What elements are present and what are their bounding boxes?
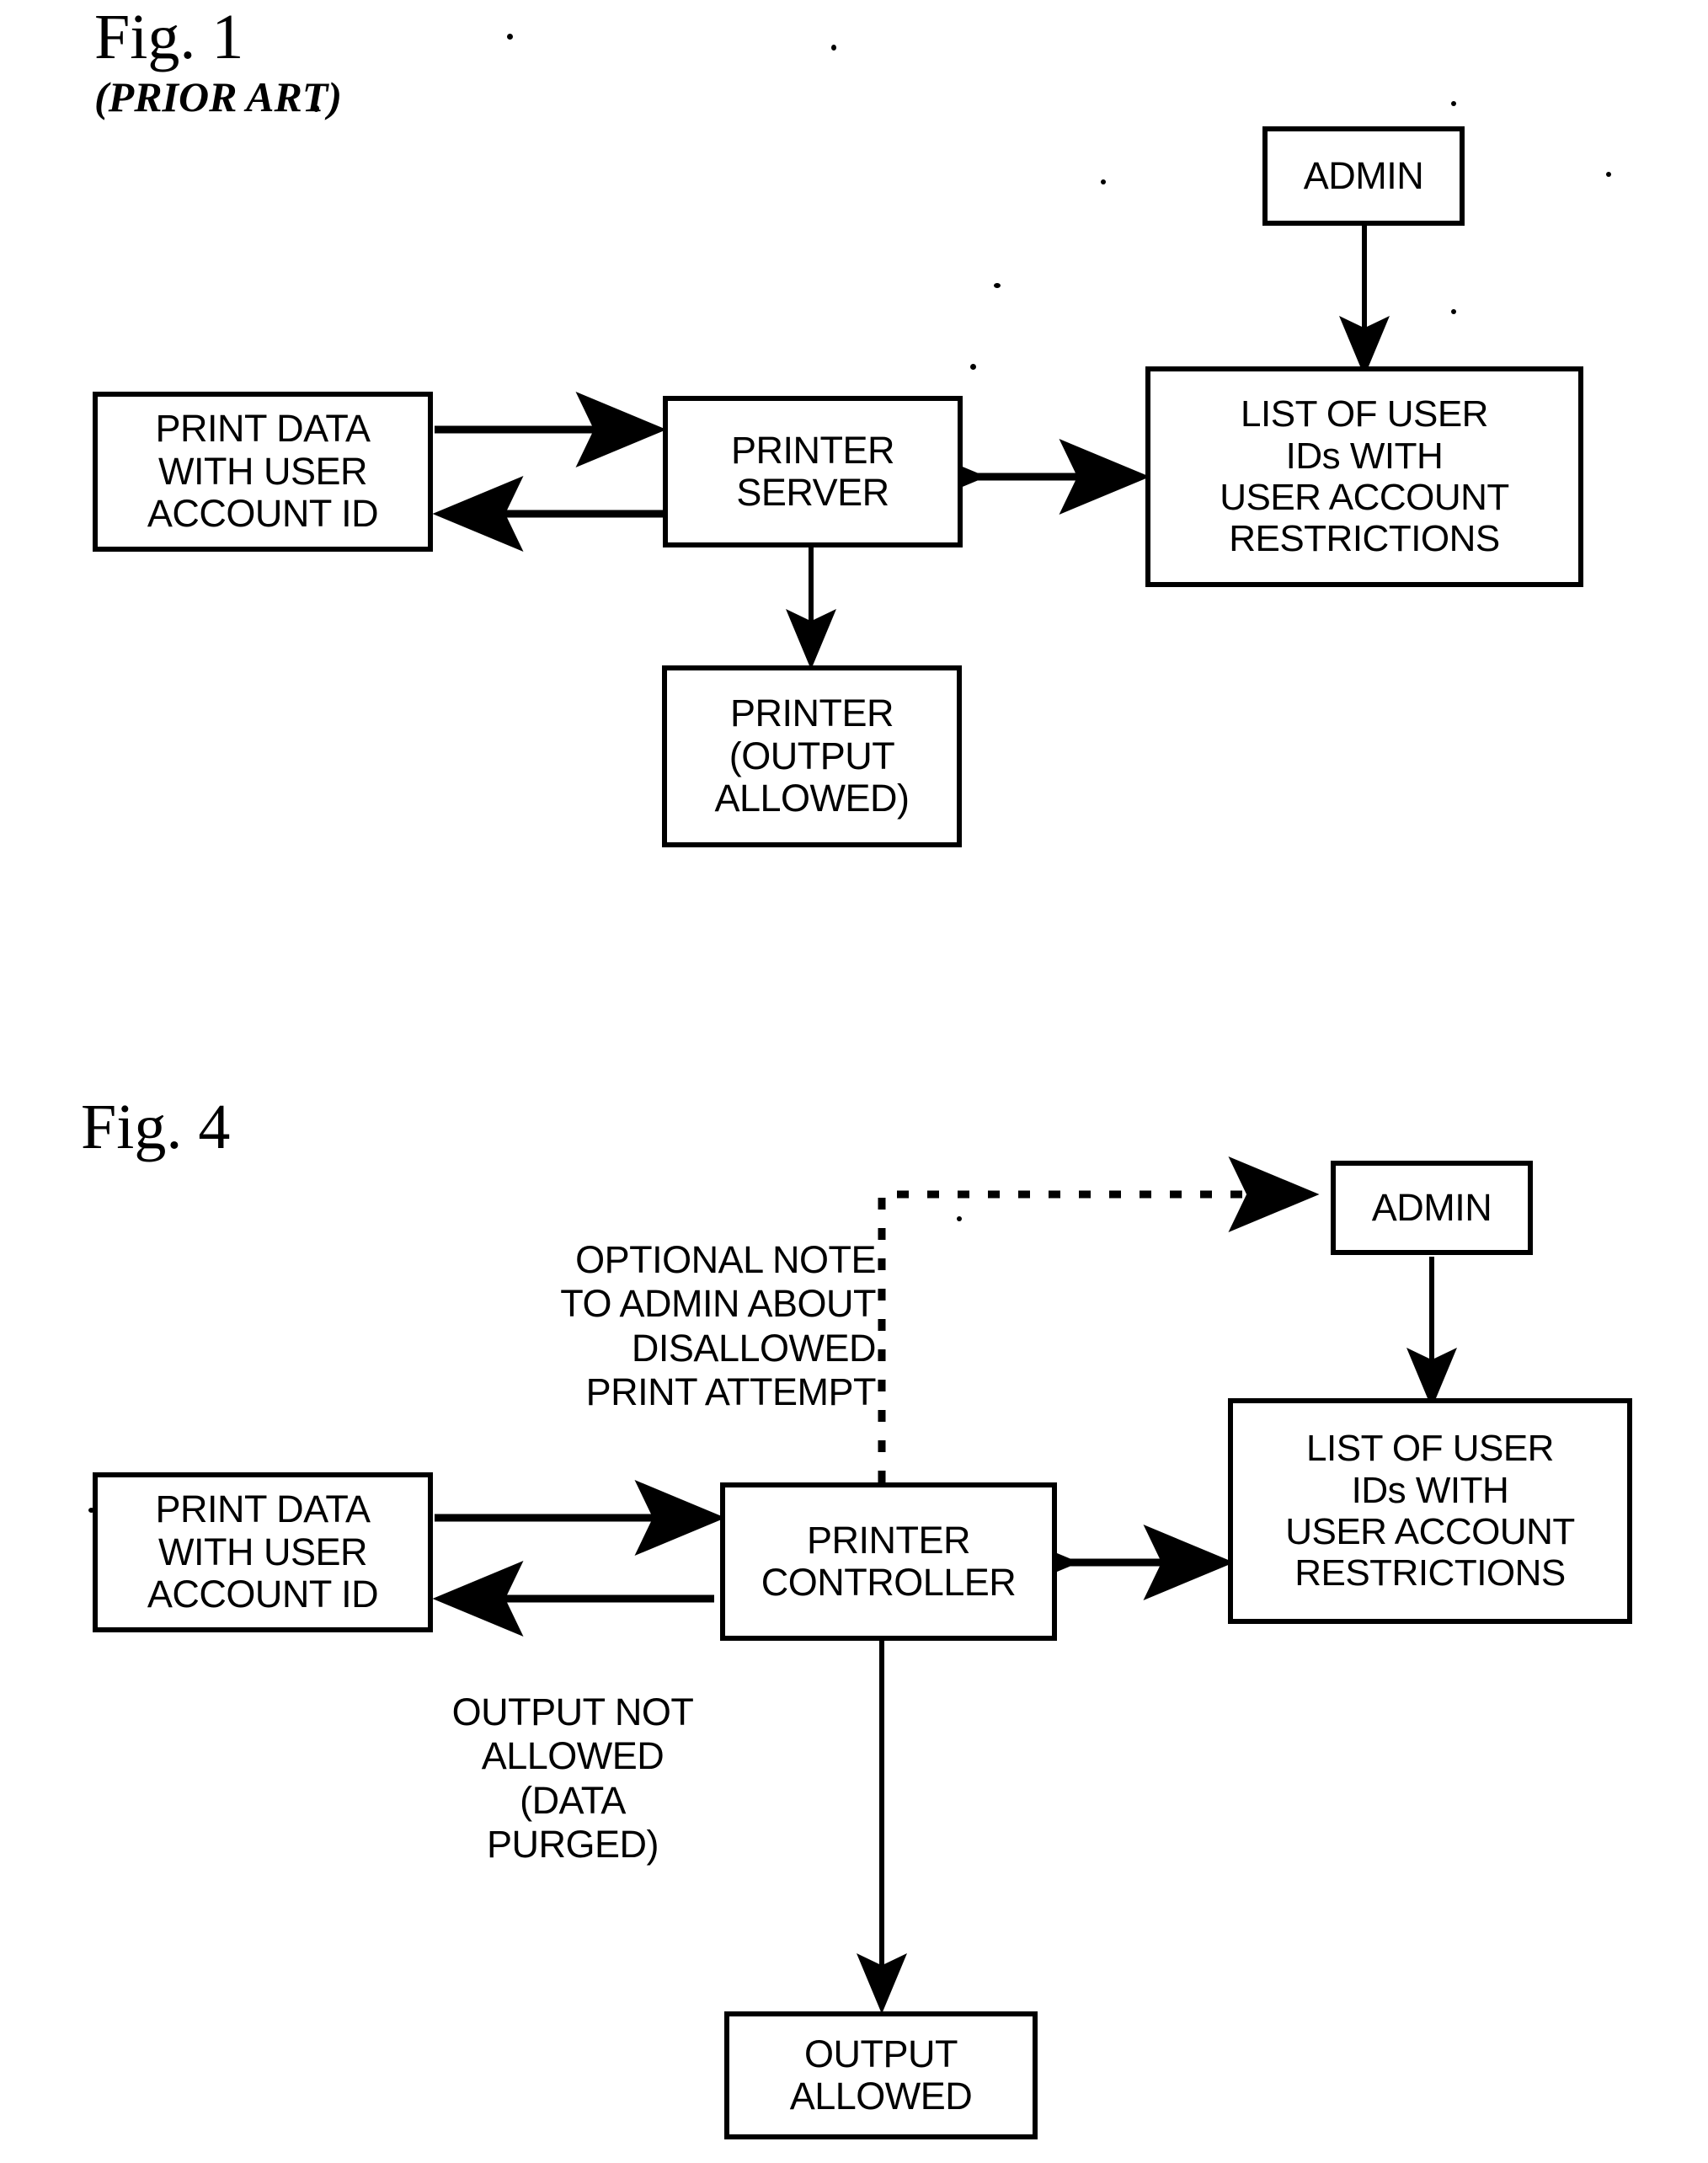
fig1-node-printer-output-label: PRINTER (OUTPUT ALLOWED): [714, 692, 910, 820]
diagram-connectors: [432, 223, 1457, 2014]
fig4-annotation-output-not-allowed: OUTPUT NOT ALLOWED (DATA PURGED): [413, 1647, 733, 1867]
scan-speck: [1606, 172, 1611, 177]
fig4-title: Fig. 4: [81, 1092, 231, 1162]
fig4-caption: Fig. 4: [81, 1095, 230, 1159]
fig1-node-printer-server[interactable]: PRINTER SERVER: [663, 396, 963, 547]
fig4-node-output-allowed[interactable]: OUTPUT ALLOWED: [724, 2011, 1038, 2139]
scan-speck: [313, 105, 319, 112]
fig4-annotation-output-not-allowed-text: OUTPUT NOT ALLOWED (DATA PURGED): [451, 1690, 694, 1866]
scan-speck: [994, 283, 1001, 288]
fig1-subtitle: (PRIOR ART): [94, 73, 342, 120]
fig4-annotation-optional-note-text: OPTIONAL NOTE TO ADMIN ABOUT DISALLOWED …: [560, 1238, 876, 1413]
scan-speck: [1101, 179, 1106, 184]
scan-speck: [1451, 101, 1456, 106]
fig4-node-user-list-label: LIST OF USER IDs WITH USER ACCOUNT RESTR…: [1285, 1428, 1575, 1594]
fig1-node-printer-output[interactable]: PRINTER (OUTPUT ALLOWED): [662, 665, 962, 847]
fig4-node-user-list[interactable]: LIST OF USER IDs WITH USER ACCOUNT RESTR…: [1228, 1398, 1632, 1624]
fig1-title: Fig. 1: [94, 2, 244, 72]
fig4-annotation-optional-note: OPTIONAL NOTE TO ADMIN ABOUT DISALLOWED …: [455, 1194, 876, 1414]
fig4-node-output-allowed-label: OUTPUT ALLOWED: [789, 2032, 973, 2118]
fig1-node-user-list-label: LIST OF USER IDs WITH USER ACCOUNT RESTR…: [1220, 393, 1509, 560]
fig1-node-admin-label: ADMIN: [1303, 153, 1424, 197]
fig1-node-print-data-label: PRINT DATA WITH USER ACCOUNT ID: [147, 407, 379, 536]
scan-speck: [1451, 309, 1456, 314]
fig1-node-printer-server-label: PRINTER SERVER: [730, 428, 895, 514]
fig1-caption: Fig. 1 (PRIOR ART): [94, 5, 342, 118]
fig4-node-print-data-label: PRINT DATA WITH USER ACCOUNT ID: [147, 1487, 379, 1616]
fig1-node-print-data[interactable]: PRINT DATA WITH USER ACCOUNT ID: [93, 392, 433, 552]
scan-speck: [970, 364, 976, 370]
fig1-node-admin[interactable]: ADMIN: [1262, 126, 1465, 226]
patent-figure-sheet: Fig. 1 (PRIOR ART) ADMIN LIST OF USER ID…: [0, 0, 1708, 2163]
scan-speck: [507, 34, 513, 40]
fig4-node-printer-controller-label: PRINTER CONTROLLER: [761, 1518, 1017, 1604]
fig1-node-user-list[interactable]: LIST OF USER IDs WITH USER ACCOUNT RESTR…: [1145, 366, 1583, 587]
fig4-node-admin[interactable]: ADMIN: [1331, 1161, 1533, 1255]
fig4-node-admin-label: ADMIN: [1371, 1185, 1492, 1229]
fig4-node-printer-controller[interactable]: PRINTER CONTROLLER: [720, 1482, 1057, 1641]
scan-speck: [831, 45, 836, 51]
scan-speck: [957, 1216, 962, 1221]
scan-speck: [88, 1508, 94, 1513]
fig4-node-print-data[interactable]: PRINT DATA WITH USER ACCOUNT ID: [93, 1472, 433, 1632]
